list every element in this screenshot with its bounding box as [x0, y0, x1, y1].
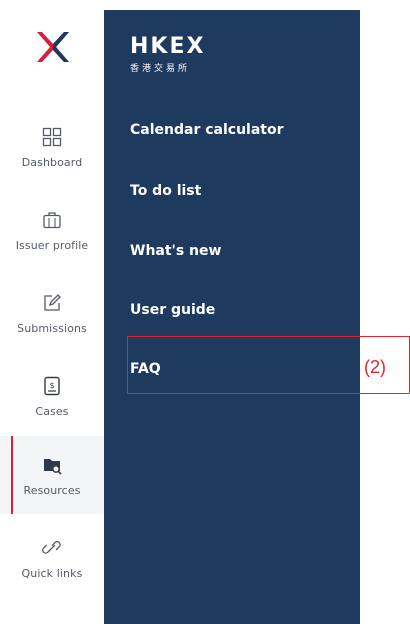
edit-square-icon	[44, 293, 61, 311]
sidebar-item-quick-links[interactable]: Quick links	[0, 519, 104, 597]
sidebar-item-resources[interactable]: Resources	[0, 436, 104, 514]
sidebar-item-dashboard[interactable]: Dashboard	[0, 108, 104, 186]
folder-search-icon	[44, 458, 62, 475]
brand-subtitle: 香港交易所	[130, 63, 191, 73]
sidebar-item-label: Dashboard	[21, 155, 83, 169]
sidebar-item-label: Cases	[35, 404, 69, 418]
briefcase-icon	[43, 211, 61, 228]
sidebar-item-label: Quick links	[21, 566, 83, 580]
brand-name: HKEX	[130, 34, 206, 59]
hkex-logo-icon[interactable]	[33, 30, 73, 64]
sidebar-item-submissions[interactable]: Submissions	[0, 274, 104, 352]
menu-item-to-do-list[interactable]: To do list	[130, 183, 201, 199]
menu-item-user-guide[interactable]: User guide	[130, 302, 215, 318]
document-dollar-icon: $	[44, 376, 60, 395]
icon-sidebar: Dashboard Issuer profile Submissions $ C…	[0, 0, 104, 624]
dashboard-grid-icon	[42, 127, 62, 146]
sidebar-item-label: Submissions	[17, 321, 87, 335]
sidebar-item-label: Resources	[23, 483, 81, 497]
hkex-brand: HKEX 香港交易所	[130, 36, 205, 74]
annotation-callout-label: (2)	[364, 357, 386, 377]
sidebar-item-issuer-profile[interactable]: Issuer profile	[0, 191, 104, 269]
sidebar-item-label: Issuer profile	[15, 238, 89, 252]
menu-item-whats-new[interactable]: What's new	[130, 243, 221, 259]
menu-item-calendar-calculator[interactable]: Calendar calculator	[130, 122, 284, 138]
link-icon	[42, 540, 61, 554]
svg-text:$: $	[49, 381, 54, 390]
resources-menu-panel: HKEX 香港交易所 Calendar calculator To do lis…	[104, 10, 360, 624]
sidebar-item-cases[interactable]: $ Cases	[0, 357, 104, 435]
